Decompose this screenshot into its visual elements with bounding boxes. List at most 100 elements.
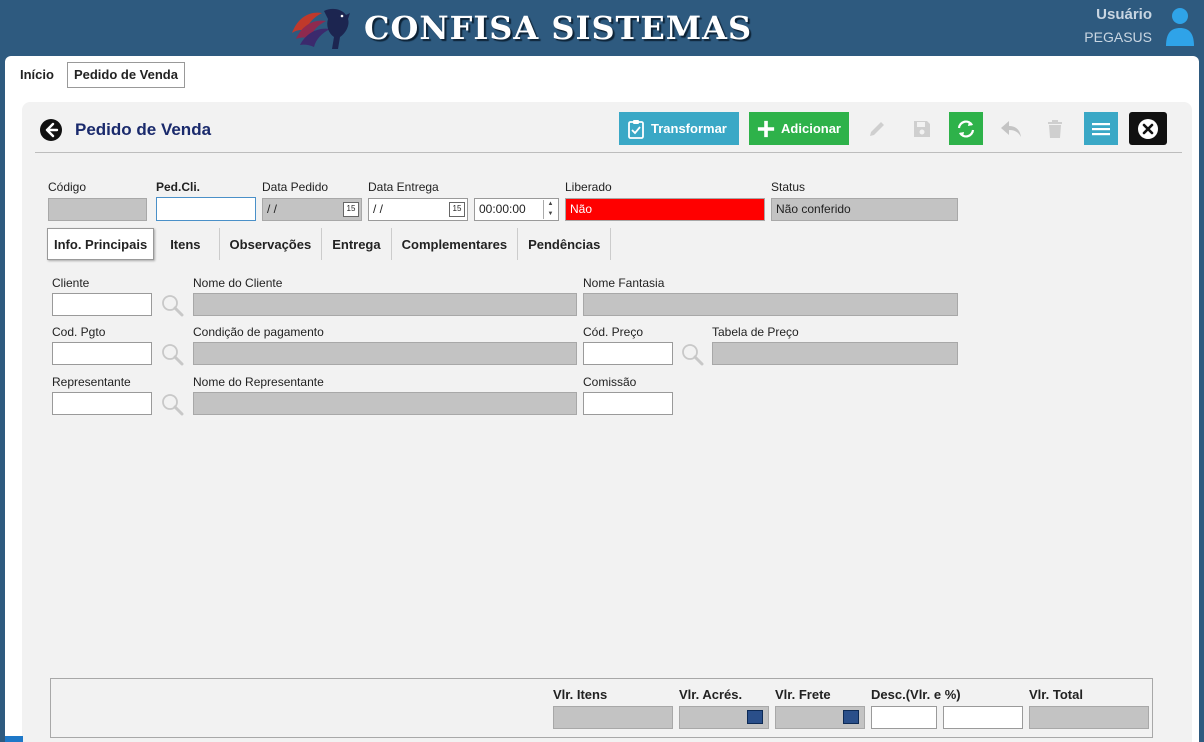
representante-field[interactable] xyxy=(52,392,152,415)
cliente-field[interactable] xyxy=(52,293,152,316)
undo-icon xyxy=(1001,120,1021,137)
top-bar: CONFISA SISTEMAS Usuário PEGASUS xyxy=(0,0,1204,56)
nome-representante-field xyxy=(193,392,577,415)
tab-observacoes[interactable]: Observações xyxy=(220,228,323,260)
vlr-frete-field xyxy=(775,706,865,729)
vlr-total-field xyxy=(1029,706,1149,729)
transform-label: Transformar xyxy=(651,121,727,136)
tab-entrega[interactable]: Entrega xyxy=(322,228,392,260)
main-frame: Início Pedido de Venda Pedido de Venda T… xyxy=(5,56,1199,742)
vlr-acres-field xyxy=(679,706,769,729)
cod-preco-label: Cód. Preço xyxy=(583,325,644,339)
brand: CONFISA SISTEMAS xyxy=(288,2,752,54)
status-field: Não conferido xyxy=(771,198,958,221)
pedido-panel: Pedido de Venda Transformar Adicionar Có… xyxy=(22,102,1192,742)
panel-header: Pedido de Venda Transformar Adicionar xyxy=(22,102,1192,152)
magnifier-icon[interactable] xyxy=(160,293,184,317)
tab-complementares[interactable]: Complementares xyxy=(392,228,519,260)
condicao-pagamento-label: Condição de pagamento xyxy=(193,325,324,339)
tab-inicio[interactable]: Início xyxy=(13,62,61,88)
cod-pgto-field[interactable] xyxy=(52,342,152,365)
totals-footer: Vlr. Itens Vlr. Acrés. Vlr. Frete Desc.(… xyxy=(50,678,1153,738)
clipboard-check-icon xyxy=(628,119,644,139)
cod-preco-field[interactable] xyxy=(583,342,673,365)
calculator-icon[interactable] xyxy=(843,710,859,724)
user-icon[interactable] xyxy=(1164,6,1196,46)
data-pedido-field: / / 15 xyxy=(262,198,362,221)
magnifier-icon[interactable] xyxy=(160,392,184,416)
tab-pedido-de-venda[interactable]: Pedido de Venda xyxy=(66,62,185,88)
tab-itens[interactable]: Itens xyxy=(158,228,220,260)
status-label: Status xyxy=(771,180,806,194)
tabela-preco-label: Tabela de Preço xyxy=(712,325,799,339)
transform-button[interactable]: Transformar xyxy=(619,112,739,145)
time-spinner[interactable]: ▲ ▼ xyxy=(543,200,557,219)
calendar-icon[interactable]: 15 xyxy=(449,202,465,217)
ped-cli-label: Ped.Cli. xyxy=(156,180,201,194)
vlr-frete-label: Vlr. Frete xyxy=(775,687,831,702)
vlr-acres-label: Vlr. Acrés. xyxy=(679,687,743,702)
user-label: Usuário xyxy=(1096,6,1152,23)
delete-button[interactable] xyxy=(1038,112,1072,145)
data-pedido-value: / / xyxy=(267,202,278,216)
data-entrega-field[interactable]: / / 15 xyxy=(368,198,468,221)
edit-button[interactable] xyxy=(860,112,894,145)
nome-cliente-field xyxy=(193,293,577,316)
pencil-icon xyxy=(870,121,884,136)
representante-label: Representante xyxy=(52,375,131,389)
corner-accent xyxy=(5,736,23,742)
page-title: Pedido de Venda xyxy=(75,120,212,139)
header-divider xyxy=(35,152,1182,153)
vlr-itens-label: Vlr. Itens xyxy=(553,687,608,702)
vlr-itens-field xyxy=(553,706,673,729)
nome-fantasia-field xyxy=(583,293,958,316)
hora-entrega-field[interactable]: 00:00:00 ▲ ▼ xyxy=(474,198,559,221)
liberado-field: Não xyxy=(565,198,765,221)
refresh-icon xyxy=(957,119,975,138)
comissao-field[interactable] xyxy=(583,392,673,415)
plus-icon xyxy=(757,120,775,137)
liberado-label: Liberado xyxy=(565,180,612,194)
codigo-field xyxy=(48,198,147,221)
undo-button[interactable] xyxy=(994,112,1028,145)
inner-tabs: Info. Principais Itens Observações Entre… xyxy=(47,228,612,260)
nome-cliente-label: Nome do Cliente xyxy=(193,276,283,290)
nome-representante-label: Nome do Representante xyxy=(193,375,324,389)
calendar-icon[interactable]: 15 xyxy=(343,202,359,217)
vlr-total-label: Vlr. Total xyxy=(1029,687,1083,702)
desc-value-field[interactable] xyxy=(871,706,937,729)
ped-cli-field[interactable] xyxy=(156,197,256,221)
add-label: Adicionar xyxy=(781,121,841,136)
menu-button[interactable] xyxy=(1084,112,1118,145)
desc-percent-field[interactable] xyxy=(943,706,1023,729)
user-name: PEGASUS xyxy=(1084,29,1152,45)
menu-icon xyxy=(1092,122,1110,135)
magnifier-icon[interactable] xyxy=(680,342,704,366)
condicao-pagamento-field xyxy=(193,342,577,365)
tab-info-principais[interactable]: Info. Principais xyxy=(47,228,155,260)
save-button[interactable] xyxy=(905,112,939,145)
refresh-button[interactable] xyxy=(949,112,983,145)
data-entrega-label: Data Entrega xyxy=(368,180,439,194)
comissao-label: Comissão xyxy=(583,375,637,389)
brand-name: CONFISA SISTEMAS xyxy=(364,9,753,47)
nome-fantasia-label: Nome Fantasia xyxy=(583,276,665,290)
back-arrow-icon[interactable] xyxy=(40,119,62,141)
data-pedido-label: Data Pedido xyxy=(262,180,329,194)
floppy-icon xyxy=(914,120,930,137)
close-icon xyxy=(1138,118,1158,139)
trash-icon xyxy=(1048,119,1062,138)
hora-entrega-value: 00:00:00 xyxy=(479,202,526,216)
tab-pendencias[interactable]: Pendências xyxy=(518,228,612,260)
calculator-icon[interactable] xyxy=(747,710,763,724)
magnifier-icon[interactable] xyxy=(160,342,184,366)
tabela-preco-field xyxy=(712,342,958,365)
cod-pgto-label: Cod. Pgto xyxy=(52,325,106,339)
codigo-label: Código xyxy=(48,180,87,194)
data-entrega-value: / / xyxy=(373,202,384,216)
pegasus-logo-icon xyxy=(292,8,350,49)
desc-label: Desc.(Vlr. e %) xyxy=(871,687,961,702)
add-button[interactable]: Adicionar xyxy=(749,112,849,145)
user-info[interactable]: Usuário PEGASUS xyxy=(1084,6,1152,45)
close-button[interactable] xyxy=(1129,112,1167,145)
